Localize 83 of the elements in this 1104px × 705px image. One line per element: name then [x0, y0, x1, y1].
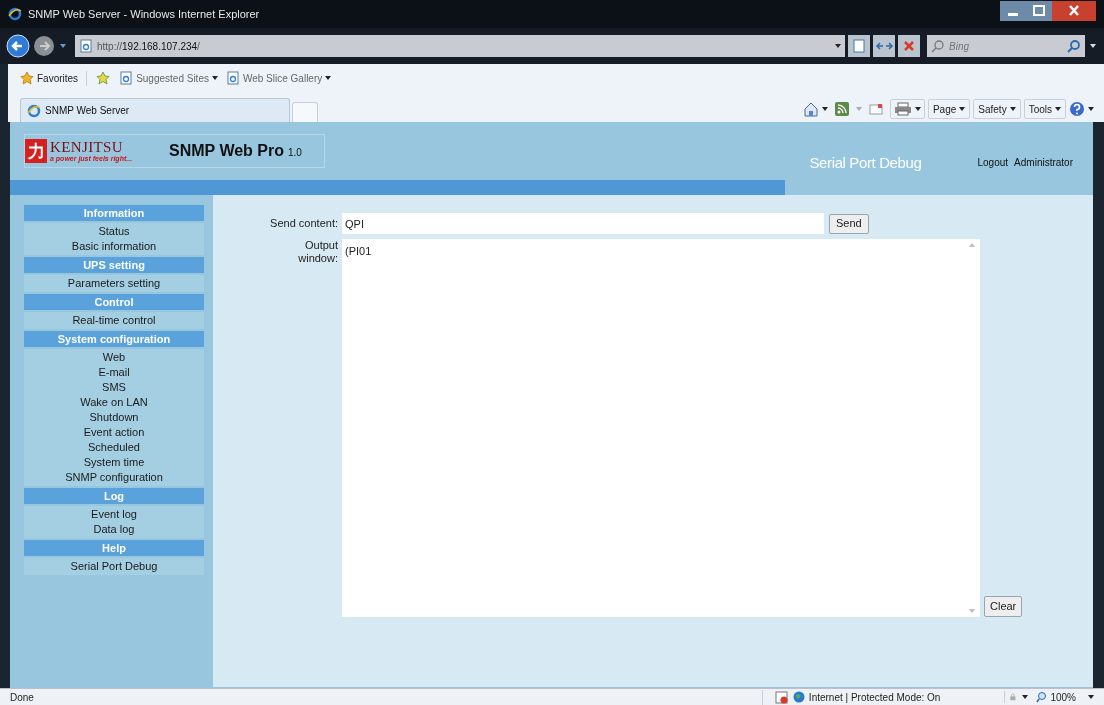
menu-button[interactable]: Page	[927, 99, 971, 119]
caret-icon[interactable]	[60, 44, 66, 48]
header-link[interactable]: Administrator	[1014, 154, 1073, 170]
caret-icon	[1055, 107, 1061, 111]
caret-icon[interactable]	[821, 107, 828, 111]
menu-link[interactable]: Basic information	[24, 239, 204, 254]
menu-link[interactable]: Serial Port Debug	[24, 559, 204, 574]
favorites-link[interactable]: Web Slice Gallery	[225, 70, 332, 86]
version-label: 1.0	[288, 146, 302, 160]
blocked-icon[interactable]	[774, 690, 789, 704]
home-icon[interactable]	[802, 101, 819, 117]
menu-link[interactable]: System time	[24, 455, 204, 470]
header-link[interactable]: Logout	[977, 154, 1009, 170]
refresh-icon[interactable]	[873, 35, 895, 57]
caret-icon	[1009, 107, 1016, 111]
close-icon[interactable]	[1052, 1, 1096, 21]
menu-link[interactable]: SMS	[24, 380, 204, 395]
magnifier-icon	[1036, 691, 1049, 703]
menu-link[interactable]: Real-time control	[24, 313, 204, 328]
stop-icon[interactable]	[898, 35, 920, 57]
section-header: Control	[24, 294, 204, 310]
favorites-link[interactable]: Suggested Sites	[119, 70, 218, 86]
menu-link[interactable]: Event log	[24, 507, 204, 522]
caret-icon[interactable]	[1090, 44, 1096, 48]
caret-icon	[835, 44, 841, 48]
globe-icon[interactable]	[792, 691, 805, 703]
help-icon[interactable]	[1069, 101, 1085, 117]
caret-icon[interactable]	[1088, 107, 1094, 111]
page-icon	[225, 71, 240, 85]
input-field[interactable]: QPI	[342, 213, 824, 234]
menu-link[interactable]: E-mail	[24, 365, 204, 380]
zone-text: Internet | Protected Mode: On	[808, 690, 941, 705]
window-title: SNMP Web Server - Windows Internet Explorer	[28, 6, 260, 22]
menu-link[interactable]: Parameters setting	[24, 276, 204, 291]
menu-link[interactable]: Web	[24, 350, 204, 365]
search-icon[interactable]	[1067, 39, 1081, 53]
menu-link[interactable]: Shutdown	[24, 410, 204, 425]
zoom-button[interactable]: 100%	[1036, 689, 1076, 705]
field-label: Send content:	[269, 216, 339, 232]
compatibility-icon[interactable]	[848, 35, 870, 57]
page-icon	[119, 71, 134, 85]
caret-icon[interactable]	[1088, 695, 1094, 699]
menu-link[interactable]: Status	[24, 224, 204, 239]
printer-icon[interactable]	[893, 102, 912, 116]
menu-link[interactable]: Event action	[24, 425, 204, 440]
caret-icon[interactable]	[1022, 695, 1029, 699]
address-field[interactable]: http://192.168.107.234/	[75, 35, 845, 57]
status-text: Done	[10, 690, 34, 705]
menu-link[interactable]: SNMP configuration	[24, 470, 204, 485]
minimize-icon[interactable]	[1000, 1, 1026, 21]
ie-logo-icon	[8, 7, 22, 21]
section-header: Help	[24, 540, 204, 556]
feed-icon[interactable]	[834, 102, 849, 116]
forward-icon[interactable]	[33, 35, 55, 57]
clear-button[interactable]: Clear	[984, 596, 1023, 617]
page-title: Serial Port Debug	[809, 152, 922, 173]
output-text: (PI01	[344, 244, 373, 259]
section-header: Information	[24, 205, 204, 221]
add-favorite-icon[interactable]	[95, 71, 112, 85]
menu-link[interactable]: Scheduled	[24, 440, 204, 455]
section-header: System configuration	[24, 331, 204, 347]
caret-icon	[211, 76, 218, 80]
browser-tab[interactable]: SNMP Web Server	[20, 98, 290, 122]
search-icon	[931, 39, 945, 53]
ie-logo-icon	[27, 103, 41, 118]
mail-icon[interactable]	[868, 103, 883, 115]
caret-icon[interactable]	[914, 107, 921, 111]
menu-link[interactable]: Data log	[24, 522, 204, 537]
menu-link[interactable]: Wake on LAN	[24, 395, 204, 410]
send-button[interactable]: Send	[829, 213, 869, 234]
section-header: UPS setting	[24, 257, 204, 273]
menu-button[interactable]: Tools	[1023, 99, 1066, 119]
star-icon	[20, 71, 34, 85]
caret-icon	[959, 107, 966, 111]
caret-icon	[325, 76, 332, 80]
maximize-icon[interactable]	[1026, 1, 1052, 21]
page-icon	[79, 39, 93, 53]
section-header: Log	[24, 488, 204, 504]
field-label: Output window:	[297, 239, 339, 265]
back-icon[interactable]	[6, 34, 30, 58]
favorites-button[interactable]: Favorites	[20, 70, 88, 86]
menu-button[interactable]: Safety	[973, 99, 1021, 119]
product-name: SNMP Web Pro	[169, 141, 284, 161]
